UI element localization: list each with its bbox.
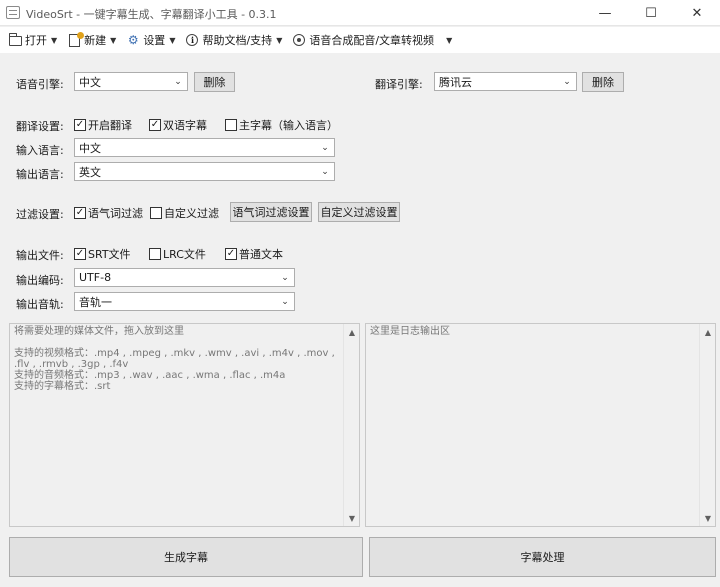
translate-engine-label: 翻译引擎: bbox=[375, 78, 423, 91]
custom-filter-label: 自定义过滤 bbox=[164, 207, 219, 220]
translate-settings-label: 翻译设置: bbox=[16, 120, 64, 133]
input-language-label: 输入语言: bbox=[16, 144, 64, 157]
log-output-text: 这里是日志输出区 bbox=[370, 326, 450, 337]
menu-open-label: 打开 bbox=[25, 34, 47, 47]
scroll-down-icon[interactable]: ▼ bbox=[344, 510, 360, 526]
input-language-select[interactable]: 中文 ⌄ bbox=[74, 138, 335, 157]
menu-new[interactable]: 新建 ▼ bbox=[63, 29, 120, 51]
custom-filter-settings-button[interactable]: 自定义过滤设置 bbox=[318, 202, 400, 222]
menu-bar: 打开 ▼ 新建 ▼ ⚙ 设置 ▼ i 帮助文档/支持 ▼ 语音合成配音/文章转视… bbox=[0, 27, 720, 53]
output-encoding-value: UTF-8 bbox=[79, 271, 112, 284]
app-icon bbox=[6, 6, 20, 19]
speech-engine-label: 语音引擎: bbox=[16, 78, 64, 91]
output-encoding-select[interactable]: UTF-8 ⌄ bbox=[74, 268, 295, 287]
custom-filter-checkbox[interactable]: 自定义过滤 bbox=[150, 205, 219, 221]
bilingual-checkbox[interactable]: ✓ 双语字幕 bbox=[149, 117, 207, 133]
input-language-value: 中文 bbox=[79, 141, 101, 155]
checkbox-box bbox=[149, 248, 161, 260]
speech-delete-button[interactable]: 删除 bbox=[194, 72, 235, 92]
output-language-label: 输出语言: bbox=[16, 168, 64, 181]
chevron-down-icon: ⌄ bbox=[563, 76, 571, 87]
process-subtitles-button[interactable]: 字幕处理 bbox=[369, 537, 716, 577]
menu-settings[interactable]: ⚙ 设置 ▼ bbox=[122, 29, 179, 51]
checkbox-box: ✓ bbox=[74, 119, 86, 131]
chevron-down-icon: ⌄ bbox=[321, 142, 329, 153]
output-track-value: 音轨一 bbox=[79, 295, 112, 309]
enable-translate-checkbox[interactable]: ✓ 开启翻译 bbox=[74, 117, 132, 133]
minimize-button[interactable]: — bbox=[582, 0, 628, 26]
output-encoding-label: 输出编码: bbox=[16, 274, 64, 287]
chevron-down-icon: ▼ bbox=[110, 35, 117, 45]
media-drop-area[interactable]: 将需要处理的媒体文件，拖入放到这里 支持的视频格式：.mp4 , .mpeg ,… bbox=[9, 323, 360, 527]
maximize-button[interactable]: ☐ bbox=[628, 0, 674, 26]
bilingual-label: 双语字幕 bbox=[163, 119, 207, 132]
translate-engine-select[interactable]: 腾讯云 ⌄ bbox=[434, 72, 577, 91]
window-title: VideoSrt - 一键字幕生成、字幕翻译小工具 - 0.3.1 bbox=[26, 8, 277, 21]
checkbox-box bbox=[150, 207, 162, 219]
media-scrollbar[interactable]: ▲ ▼ bbox=[343, 324, 359, 526]
chevron-down-icon: ⌄ bbox=[174, 76, 182, 87]
filter-settings-label: 过滤设置: bbox=[16, 208, 64, 221]
menu-tts[interactable]: 语音合成配音/文章转视频 ▼ bbox=[288, 29, 456, 51]
menu-help[interactable]: i 帮助文档/支持 ▼ bbox=[181, 29, 286, 51]
media-drop-text: 将需要处理的媒体文件，拖入放到这里 支持的视频格式：.mp4 , .mpeg ,… bbox=[14, 326, 335, 392]
scroll-down-icon[interactable]: ▼ bbox=[700, 510, 716, 526]
checkbox-box: ✓ bbox=[225, 248, 237, 260]
output-track-label: 输出音轨: bbox=[16, 298, 64, 311]
gear-icon: ⚙ bbox=[127, 33, 139, 47]
lrc-checkbox[interactable]: LRC文件 bbox=[149, 246, 206, 262]
chevron-down-icon: ▼ bbox=[51, 35, 58, 45]
srt-checkbox[interactable]: ✓ SRT文件 bbox=[74, 246, 131, 262]
plain-text-checkbox[interactable]: ✓ 普通文本 bbox=[225, 246, 283, 262]
translate-delete-button[interactable]: 删除 bbox=[582, 72, 624, 92]
menu-settings-label: 设置 bbox=[143, 34, 166, 47]
scroll-up-icon[interactable]: ▲ bbox=[700, 324, 716, 340]
translate-engine-value: 腾讯云 bbox=[439, 75, 472, 89]
chevron-down-icon: ⌄ bbox=[321, 166, 329, 177]
plain-text-label: 普通文本 bbox=[239, 248, 283, 261]
chevron-down-icon: ▼ bbox=[169, 35, 176, 45]
folder-icon bbox=[8, 33, 22, 47]
enable-translate-label: 开启翻译 bbox=[88, 119, 132, 132]
modal-filter-settings-button[interactable]: 语气词过滤设置 bbox=[230, 202, 312, 222]
modal-filter-label: 语气词过滤 bbox=[88, 207, 143, 220]
main-subtitle-label: 主字幕（输入语言） bbox=[239, 119, 338, 132]
chevron-down-icon: ▼ bbox=[276, 35, 283, 45]
info-icon: i bbox=[185, 34, 199, 47]
output-files-label: 输出文件: bbox=[16, 249, 64, 262]
output-language-value: 英文 bbox=[79, 165, 101, 179]
srt-label: SRT文件 bbox=[88, 248, 131, 261]
log-output-area[interactable]: 这里是日志输出区 ▲ ▼ bbox=[365, 323, 716, 527]
checkbox-box: ✓ bbox=[74, 207, 86, 219]
generate-subtitles-button[interactable]: 生成字幕 bbox=[9, 537, 363, 577]
chevron-down-icon: ▼ bbox=[446, 35, 453, 45]
output-track-select[interactable]: 音轨一 ⌄ bbox=[74, 292, 295, 311]
menu-open[interactable]: 打开 ▼ bbox=[4, 29, 61, 51]
checkbox-box: ✓ bbox=[74, 248, 86, 260]
chevron-down-icon: ⌄ bbox=[281, 296, 289, 307]
log-scrollbar[interactable]: ▲ ▼ bbox=[699, 324, 715, 526]
close-button[interactable]: ✕ bbox=[674, 0, 720, 26]
menu-new-label: 新建 bbox=[84, 34, 107, 47]
menu-tts-label: 语音合成配音/文章转视频 bbox=[309, 34, 435, 47]
speech-engine-value: 中文 bbox=[79, 75, 101, 89]
checkbox-box bbox=[225, 119, 237, 131]
voice-icon bbox=[292, 34, 306, 47]
modal-filter-checkbox[interactable]: ✓ 语气词过滤 bbox=[74, 205, 143, 221]
new-file-icon bbox=[67, 31, 84, 47]
speech-engine-select[interactable]: 中文 ⌄ bbox=[74, 72, 188, 91]
output-language-select[interactable]: 英文 ⌄ bbox=[74, 162, 335, 181]
main-subtitle-checkbox[interactable]: 主字幕（输入语言） bbox=[225, 117, 338, 133]
checkbox-box: ✓ bbox=[149, 119, 161, 131]
menu-help-label: 帮助文档/支持 bbox=[202, 34, 273, 47]
title-bar: VideoSrt - 一键字幕生成、字幕翻译小工具 - 0.3.1 — ☐ ✕ bbox=[0, 0, 720, 26]
scroll-up-icon[interactable]: ▲ bbox=[344, 324, 360, 340]
chevron-down-icon: ⌄ bbox=[281, 272, 289, 283]
lrc-label: LRC文件 bbox=[163, 248, 206, 261]
